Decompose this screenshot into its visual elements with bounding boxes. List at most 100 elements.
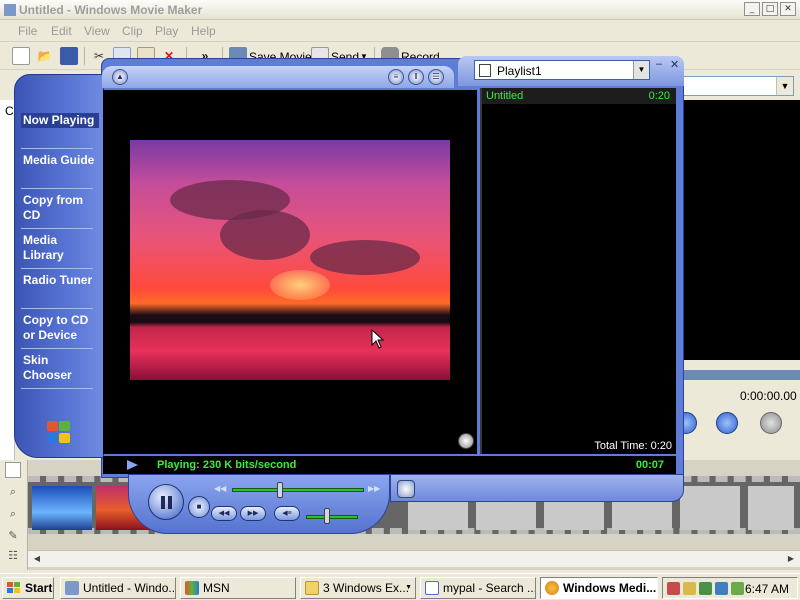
audio-levels-icon[interactable]: ☷ (5, 548, 21, 564)
tray-network-icon[interactable] (715, 582, 728, 595)
storyboard-tools: ⌕ ⌕ ✎ ☷ (0, 460, 28, 570)
rewind-icon[interactable]: ◀◀ (214, 484, 226, 493)
collections-label: C (5, 104, 14, 118)
monitor-time: 0:00:00.00 (740, 389, 797, 403)
clip-thumbnail[interactable] (32, 486, 92, 530)
monitor-seekbar[interactable] (683, 370, 800, 380)
task-label: MSN (203, 581, 230, 595)
task-movie-maker[interactable]: Untitled - Windo... (60, 577, 176, 599)
next-button[interactable]: ▶▶ (240, 506, 266, 521)
equalizer-icon[interactable]: ‖ (408, 69, 424, 85)
storyboard-scrollbar[interactable]: ◀ ▶ (28, 550, 800, 567)
close-button[interactable]: ✕ (780, 2, 796, 16)
menu-file[interactable]: File (18, 24, 37, 38)
open-icon[interactable]: 📂 (36, 47, 54, 65)
nav-skin-chooser[interactable]: Skin Chooser (21, 353, 99, 383)
volume-thumb[interactable] (324, 508, 330, 524)
menu-clip[interactable]: Clip (122, 24, 143, 38)
monitor-preview (683, 100, 800, 360)
cloud-shape (310, 240, 420, 275)
empty-clip-slot[interactable] (680, 486, 740, 530)
status-text: Playing: 230 K bits/second (157, 459, 297, 471)
chevron-down-icon: ▼ (776, 77, 793, 95)
playlist-close-icon[interactable]: ✕ (670, 58, 679, 71)
task-label: 3 Windows Ex... (323, 581, 410, 595)
maximize-button[interactable]: □ (762, 2, 778, 16)
status-bar: Playing: 230 K bits/second 00:07 (103, 456, 676, 474)
tray-app-icon[interactable] (699, 582, 712, 595)
previous-button[interactable]: ◀◀ (211, 506, 237, 521)
compact-mode-icon[interactable] (397, 480, 415, 498)
nav-copy-to-cd[interactable]: Copy to CD or Device (21, 313, 99, 343)
clock[interactable]: 6:47 AM (745, 582, 789, 596)
minimize-button[interactable]: _ (744, 2, 760, 16)
nav-media-guide[interactable]: Media Guide (21, 153, 99, 168)
nav-separator (21, 348, 93, 349)
playlist-icon (479, 64, 491, 77)
narrate-icon[interactable]: ✎ (5, 528, 21, 544)
task-msn[interactable]: MSN (180, 577, 296, 599)
fullscreen-icon[interactable] (458, 433, 474, 449)
menu-help[interactable]: Help (191, 24, 216, 38)
chevron-down-icon: ▼ (405, 584, 412, 591)
chevron-down-icon: ▼ (633, 61, 649, 79)
task-windows-explorer[interactable]: 3 Windows Ex... ▼ (300, 577, 416, 599)
collection-dropdown[interactable]: ▼ (682, 76, 794, 96)
volume-slider[interactable] (306, 515, 358, 519)
storyboard-view-icon[interactable] (5, 462, 21, 478)
msn-icon (185, 581, 199, 595)
tray-app-icon[interactable] (731, 582, 744, 595)
menu-view[interactable]: View (84, 24, 110, 38)
moviemaker-title: Untitled - Windows Movie Maker (4, 3, 202, 17)
task-label: mypal - Search ... (443, 581, 536, 595)
video-frame (130, 140, 450, 380)
elapsed-time: 00:07 (635, 459, 664, 471)
zoom-in-icon[interactable]: ⌕ (5, 484, 21, 500)
playlist-toggle-icon[interactable]: ☰ (428, 69, 444, 85)
tray-app-icon[interactable] (683, 582, 696, 595)
hide-taskbar-icon[interactable]: ▲ (112, 69, 128, 85)
player-top-bar: ▲ ≡ ‖ ☰ (102, 66, 454, 88)
task-label: Windows Medi... (563, 581, 657, 595)
nav-copy-from-cd[interactable]: Copy from CD (21, 193, 99, 223)
moviemaker-app-icon (4, 4, 16, 16)
new-project-icon[interactable] (12, 47, 30, 65)
zoom-out-icon[interactable]: ⌕ (5, 506, 21, 522)
playlist-item-title: Untitled (486, 90, 524, 102)
menu-play[interactable]: Play (155, 24, 178, 38)
playlist-item[interactable]: Untitled 0:20 (482, 88, 676, 104)
task-windows-media-player[interactable]: Windows Medi... (540, 577, 658, 599)
task-label: Untitled - Windo... (83, 581, 176, 595)
playlist-item-duration: 0:20 (648, 90, 670, 102)
empty-clip-slot[interactable] (748, 486, 794, 530)
nav-separator (21, 228, 93, 229)
tray-app-icon[interactable] (667, 582, 680, 595)
mute-button[interactable]: ◀≡ (274, 506, 300, 521)
fast-forward-icon[interactable]: ▶▶ (368, 484, 380, 493)
scroll-left-icon[interactable]: ◀ (30, 553, 44, 565)
pause-button[interactable] (148, 484, 184, 520)
seek-thumb[interactable] (277, 482, 283, 498)
monitor-fullscreen-button[interactable] (716, 412, 738, 434)
playlist-minimize-icon[interactable]: – (656, 58, 662, 70)
monitor-split-button[interactable] (760, 412, 782, 434)
nav-now-playing[interactable]: Now Playing (21, 113, 99, 128)
nav-media-library[interactable]: Media Library (21, 233, 99, 263)
task-mypal-search[interactable]: mypal - Search ... (420, 577, 536, 599)
playlist-pane: Untitled 0:20 Total Time: 0:20 (480, 88, 676, 454)
player-bottom-bar (390, 474, 684, 502)
video-area[interactable] (103, 90, 477, 454)
windows-logo-icon (45, 419, 73, 445)
stop-button[interactable]: ■ (188, 496, 210, 518)
menu-edit[interactable]: Edit (51, 24, 72, 38)
seek-bar[interactable] (232, 488, 364, 492)
start-button[interactable]: Start (2, 577, 54, 599)
taskbar: Start Untitled - Windo... MSN 3 Windows … (0, 573, 800, 600)
nav-separator (21, 188, 93, 189)
playlist-select[interactable]: Playlist1 ▼ (474, 60, 650, 80)
collections-pane: C (0, 100, 15, 460)
scroll-right-icon[interactable]: ▶ (784, 553, 798, 565)
nav-radio-tuner[interactable]: Radio Tuner (21, 273, 99, 288)
save-icon[interactable] (60, 47, 78, 65)
visualization-icon[interactable]: ≡ (388, 69, 404, 85)
